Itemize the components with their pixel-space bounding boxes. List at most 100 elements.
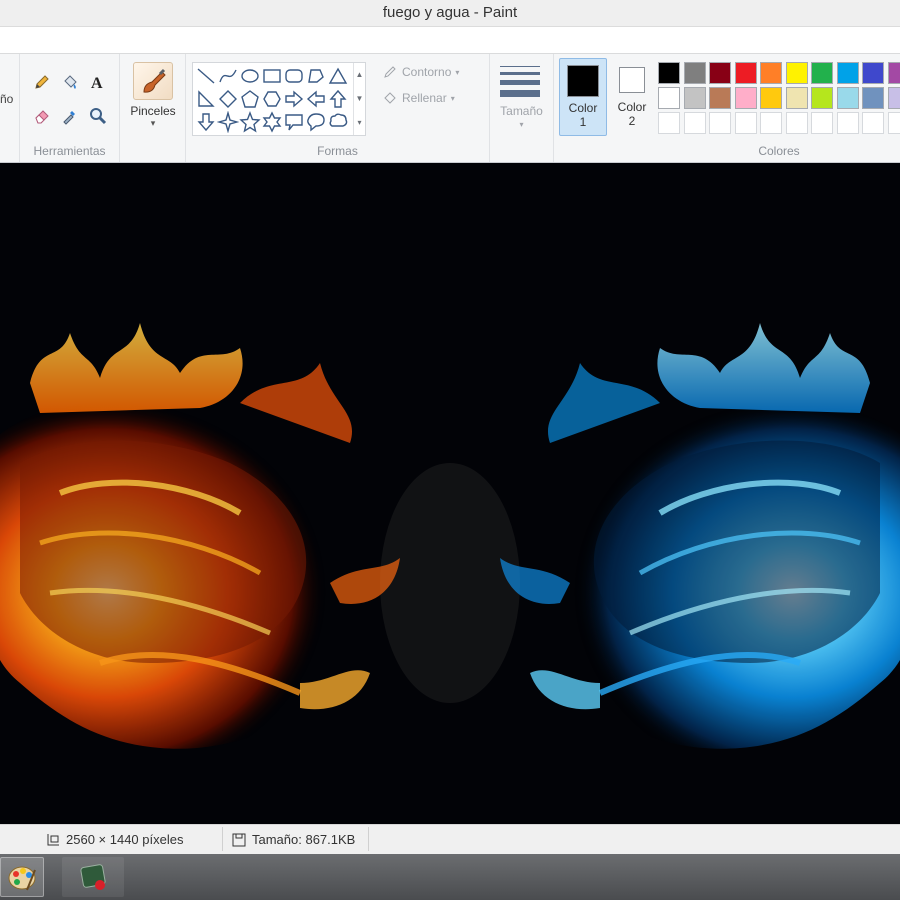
size-dropdown-icon: ▾ bbox=[519, 120, 524, 129]
down-arrow-shape-icon[interactable] bbox=[195, 111, 217, 133]
paint-app-icon[interactable] bbox=[0, 857, 44, 897]
color-swatch-row2-6[interactable] bbox=[785, 87, 808, 109]
color-swatch-row3-7[interactable] bbox=[811, 112, 833, 134]
color2-swatch bbox=[619, 67, 645, 93]
color-swatch-row1-9[interactable] bbox=[862, 62, 884, 84]
file-size: Tamaño: 867.1KB bbox=[232, 832, 355, 847]
rounded-rectangle-shape-icon[interactable] bbox=[283, 65, 305, 87]
color-swatch-row3-3[interactable] bbox=[709, 112, 731, 134]
color-swatch-row1-4[interactable] bbox=[734, 62, 757, 84]
oval-shape-icon[interactable] bbox=[239, 65, 261, 87]
shapes-group: ▲ ▼ ▾ Contorno ▾ Rellenar ▾ Formas bbox=[186, 54, 490, 162]
pentagon-shape-icon[interactable] bbox=[239, 88, 261, 110]
expand-icon[interactable]: ▾ bbox=[354, 111, 365, 135]
color1-button[interactable]: Color 1 bbox=[559, 58, 607, 136]
color-swatch-row3-1[interactable] bbox=[658, 112, 680, 134]
shapes-gallery: ▲ ▼ ▾ bbox=[192, 62, 366, 136]
partial-label[interactable]: ño bbox=[0, 92, 13, 106]
file-size-text: Tamaño: 867.1KB bbox=[252, 832, 356, 847]
triangle-shape-icon[interactable] bbox=[327, 65, 349, 87]
color-swatch-row3-4[interactable] bbox=[734, 112, 757, 134]
color-swatch-row2-10[interactable] bbox=[887, 87, 900, 109]
up-arrow-shape-icon[interactable] bbox=[327, 88, 349, 110]
shapes-group-label: Formas bbox=[317, 144, 358, 158]
scroll-down-icon[interactable]: ▼ bbox=[354, 87, 365, 111]
color-picker-icon[interactable] bbox=[59, 105, 81, 127]
tools-group-label: Herramientas bbox=[33, 144, 106, 158]
color-swatch-row1-1[interactable] bbox=[658, 62, 680, 84]
color-swatch-row1-5[interactable] bbox=[760, 62, 782, 84]
outline-dropdown-icon: ▾ bbox=[455, 67, 460, 77]
color-swatch-row2-7[interactable] bbox=[811, 87, 833, 109]
image-dimensions: 2560 × 1440 píxeles bbox=[46, 832, 183, 847]
image-group-partial: ño bbox=[0, 54, 20, 162]
diamond-shape-icon[interactable] bbox=[217, 88, 239, 110]
fill-button[interactable]: Rellenar ▾ bbox=[382, 90, 455, 106]
color-swatch-row2-2[interactable] bbox=[683, 87, 706, 109]
color-swatch-row2-9[interactable] bbox=[862, 87, 884, 109]
brushes-dropdown-icon: ▾ bbox=[150, 118, 156, 128]
fire-and-water-fists-image bbox=[0, 163, 900, 824]
color-swatch-row3-2[interactable] bbox=[683, 112, 706, 134]
rectangle-shape-icon[interactable] bbox=[261, 65, 283, 87]
color-swatch-row1-2[interactable] bbox=[683, 62, 706, 84]
fill-dropdown-icon: ▾ bbox=[450, 93, 455, 103]
oval-callout-shape-icon[interactable] bbox=[305, 111, 327, 133]
color-swatch-row2-5[interactable] bbox=[760, 87, 782, 109]
color1-swatch bbox=[567, 65, 599, 97]
cloud-callout-shape-icon[interactable] bbox=[327, 111, 349, 133]
size-icon[interactable] bbox=[500, 66, 540, 102]
rect-callout-shape-icon[interactable] bbox=[283, 111, 305, 133]
five-point-star-shape-icon[interactable] bbox=[239, 111, 261, 133]
color1-label: Color bbox=[568, 101, 598, 115]
color-swatch-row1-8[interactable] bbox=[836, 62, 859, 84]
brushes-label: Pinceles bbox=[130, 104, 176, 118]
canvas[interactable] bbox=[0, 163, 900, 824]
color2-number: 2 bbox=[628, 114, 636, 128]
color-swatch-row1-10[interactable] bbox=[887, 62, 900, 84]
six-point-star-shape-icon[interactable] bbox=[261, 111, 283, 133]
taskbar bbox=[0, 854, 900, 900]
brushes-group: Pinceles ▾ bbox=[120, 54, 186, 162]
color-swatch-row2-4[interactable] bbox=[734, 87, 757, 109]
color-swatch-row2-1[interactable] bbox=[658, 87, 680, 109]
status-divider bbox=[368, 827, 369, 851]
brushes-button[interactable]: Pinceles ▾ bbox=[126, 62, 180, 129]
text-icon[interactable]: A bbox=[87, 71, 109, 93]
left-arrow-shape-icon[interactable] bbox=[305, 88, 327, 110]
color2-label: Color bbox=[617, 100, 647, 114]
title-bar: fuego y agua - Paint bbox=[0, 0, 900, 27]
outline-button[interactable]: Contorno ▾ bbox=[382, 64, 459, 80]
color-swatch-row2-3[interactable] bbox=[709, 87, 731, 109]
media-app-icon[interactable] bbox=[62, 857, 124, 897]
tools-group: A Herramientas bbox=[20, 54, 120, 162]
color-swatch-row1-3[interactable] bbox=[709, 62, 731, 84]
eraser-icon[interactable] bbox=[31, 105, 53, 127]
right-arrow-shape-icon[interactable] bbox=[283, 88, 305, 110]
scroll-up-icon[interactable]: ▲ bbox=[354, 63, 365, 87]
line-shape-icon[interactable] bbox=[195, 65, 217, 87]
color-swatch-row1-6[interactable] bbox=[785, 62, 808, 84]
dimensions-text: 2560 × 1440 píxeles bbox=[66, 832, 184, 847]
shapes-scrollbar[interactable]: ▲ ▼ ▾ bbox=[353, 63, 365, 135]
color-swatch-row2-8[interactable] bbox=[836, 87, 859, 109]
color-swatch-row3-9[interactable] bbox=[862, 112, 884, 134]
size-label[interactable]: Tamaño bbox=[490, 104, 553, 118]
fill-icon[interactable] bbox=[59, 71, 81, 93]
pencil-icon[interactable] bbox=[31, 71, 53, 93]
color-swatch-row3-10[interactable] bbox=[887, 112, 900, 134]
magnifier-icon[interactable] bbox=[87, 105, 109, 127]
color-swatch-row3-6[interactable] bbox=[785, 112, 808, 134]
outline-label: Contorno bbox=[402, 65, 452, 79]
ribbon-tab-strip bbox=[0, 27, 900, 53]
hexagon-shape-icon[interactable] bbox=[261, 88, 283, 110]
svg-text:A: A bbox=[91, 75, 103, 91]
polygon-shape-icon[interactable] bbox=[305, 65, 327, 87]
color-swatch-row3-5[interactable] bbox=[760, 112, 782, 134]
color-swatch-row3-8[interactable] bbox=[836, 112, 859, 134]
four-point-star-shape-icon[interactable] bbox=[216, 110, 240, 134]
color2-button[interactable]: Color 2 bbox=[608, 58, 656, 136]
color-swatch-row1-7[interactable] bbox=[811, 62, 833, 84]
curve-shape-icon[interactable] bbox=[217, 65, 239, 87]
right-triangle-shape-icon[interactable] bbox=[195, 88, 217, 110]
